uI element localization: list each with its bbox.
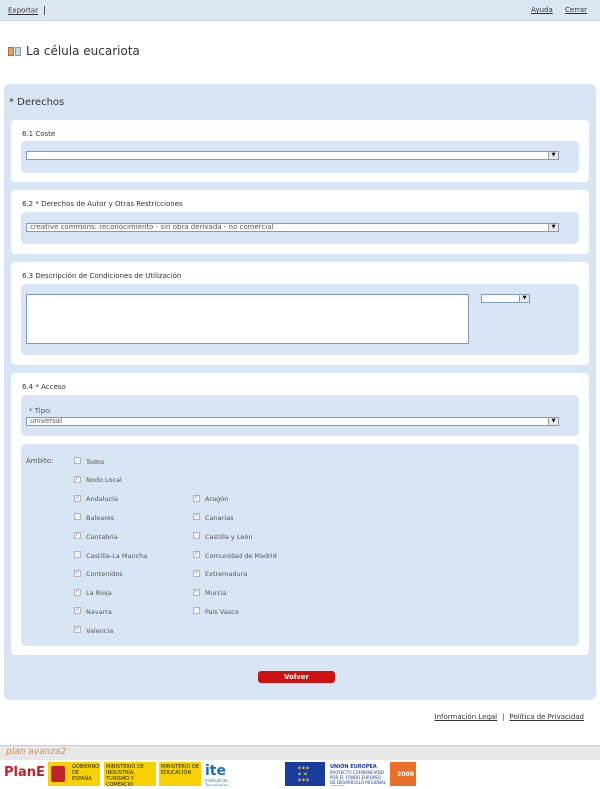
scope-checkbox[interactable] [74, 551, 81, 558]
scope-checkbox[interactable] [193, 549, 200, 558]
back-button[interactable]: Volver [258, 671, 335, 683]
scope-checkbox-label: Comunidad de Madrid [205, 551, 277, 560]
conditions-card: 6.3 Descripción de Condiciones de Utiliz… [11, 262, 589, 365]
rights-card: 6.2 * Derechos de Autor y Otras Restricc… [11, 190, 589, 254]
legal-links: Información Legal | Política de Privacidad [435, 713, 584, 721]
ite-subtext: Instituto de Tecnologías Educativas [205, 778, 229, 786]
section-title: * Derechos [9, 97, 65, 108]
chevron-down-icon: ▼ [548, 152, 558, 159]
industria-logo: MINISTERIO DE INDUSTRIA, TURISMO Y COMER… [104, 762, 156, 786]
rights-select-value: creative commons: reconocimiento - sin o… [30, 223, 274, 231]
rights-title: 6.2 * Derechos de Autor y Otras Restricc… [22, 200, 183, 208]
privacy-link[interactable]: Política de Privacidad [510, 713, 585, 721]
page-title: La célula eucariota [8, 44, 140, 58]
scope-checkbox-label: Aragón [205, 495, 229, 504]
plan-avanza-logo: plan avanza2 [6, 747, 67, 757]
access-card: 6.4 * Acceso * Tipo: universal ▼ Ámbito:… [11, 373, 589, 655]
scope-checkbox-label: Baleares [86, 513, 115, 522]
scope-checkbox[interactable] [193, 493, 200, 502]
coat-of-arms-icon [51, 766, 65, 782]
plan-avanza-bar: plan avanza2 [0, 745, 600, 760]
scope-checkbox[interactable] [193, 587, 200, 596]
scope-checkbox-label: Nodo Local [86, 476, 122, 485]
conditions-title: 6.3 Descripción de Condiciones de Utiliz… [22, 272, 182, 280]
type-select-value: universal [30, 417, 63, 425]
cost-panel: ▼ [21, 141, 579, 173]
scope-checkbox[interactable] [74, 568, 81, 577]
rights-section: * Derechos 6.1 Coste ▼ 6.2 * Derechos de… [4, 84, 596, 700]
scope-checkbox[interactable] [74, 474, 81, 483]
scope-checkbox[interactable] [193, 532, 200, 540]
scope-checkbox[interactable] [74, 457, 81, 464]
cost-select[interactable]: ▼ [26, 151, 559, 160]
close-link[interactable]: Cerrar [565, 6, 587, 14]
scope-checkbox[interactable] [193, 568, 200, 577]
scope-checkbox[interactable] [74, 624, 81, 634]
type-label: * Tipo: [29, 407, 52, 415]
scope-checkbox-label: Valencia [86, 626, 114, 635]
scope-checkbox-label: Castilla y León [205, 532, 253, 541]
scope-checkbox[interactable] [193, 511, 200, 521]
scope-checkbox-label: Canarias [205, 513, 234, 522]
ite-text: ite [205, 763, 226, 779]
scope-checkbox-label: Castilla-La Mancha [86, 551, 148, 560]
scope-checkbox[interactable] [74, 587, 81, 596]
access-type-panel: * Tipo: universal ▼ [21, 395, 579, 436]
gobierno-text: GOBIERNO DE ESPAÑA [72, 764, 100, 782]
chevron-down-icon: ▼ [519, 295, 529, 302]
scope-checkbox-label: La Rioja [86, 589, 112, 598]
top-toolbar: Exportar Ayuda Cerrar [0, 0, 600, 21]
page-title-text: La célula eucariota [26, 44, 140, 58]
feder-logo: UNIÓN EUROPEA PROYECTO COFINANCIADO POR … [328, 762, 388, 786]
gobierno-logo: GOBIERNO DE ESPAÑA [48, 762, 100, 786]
scope-checkbox[interactable] [193, 607, 200, 615]
cost-card: 6.1 Coste ▼ [11, 120, 589, 182]
cost-title: 6.1 Coste [22, 130, 56, 138]
scope-checkbox-label: Cantabria [86, 532, 118, 541]
export-link[interactable]: Exportar [8, 7, 38, 15]
scope-checkbox-label: País Vasco [205, 607, 239, 616]
plane-logo: PlanE [4, 765, 45, 780]
access-title: 6.4 * Acceso [22, 383, 66, 391]
ite-logo: ite Instituto de Tecnologías Educativas [203, 762, 251, 786]
link-separator: | [502, 713, 505, 721]
rights-panel: creative commons: reconocimiento - sin o… [21, 212, 579, 244]
chevron-down-icon: ▼ [548, 224, 558, 231]
scope-checkbox-label: Todos [86, 457, 105, 466]
book-icon [8, 47, 21, 56]
scope-checkbox[interactable] [74, 493, 81, 502]
scope-checkbox-label: Extremadura [205, 570, 248, 579]
sponsor-logos: PlanE GOBIERNO DE ESPAÑA MINISTERIO DE I… [0, 760, 600, 789]
scope-checkbox-label: Navarra [86, 607, 112, 616]
educacion-logo: MINISTERIO DE EDUCACIÓN [159, 762, 201, 786]
scope-panel: Ámbito: Todos Nodo Local Andalucía Aragón Ba… [21, 444, 579, 646]
help-link[interactable]: Ayuda [531, 6, 553, 14]
scope-label: Ámbito: [26, 457, 54, 465]
conditions-panel: ▼ [21, 284, 579, 355]
scope-checkbox[interactable] [74, 605, 81, 615]
scope-checkbox[interactable] [74, 513, 81, 521]
legal-info-link[interactable]: Información Legal [435, 713, 498, 721]
rights-select[interactable]: creative commons: reconocimiento - sin o… [26, 223, 559, 232]
toolbar-separator [44, 6, 46, 15]
year-logo: 2008 [390, 762, 416, 786]
type-select[interactable]: universal ▼ [26, 417, 559, 426]
chevron-down-icon: ▼ [548, 418, 558, 425]
eu-flag-icon: ✶✶✶ ✶ ✶ ✶✶✶ [285, 762, 325, 786]
feder-text: PROYECTO COFINANCIADO POR EL FONDO EUROP… [330, 770, 386, 786]
scope-checkbox-label: Andalucía [86, 495, 118, 504]
scope-checkbox-label: Contenidos [86, 570, 123, 579]
conditions-textarea[interactable] [26, 294, 469, 344]
language-select[interactable]: ▼ [481, 294, 530, 303]
scope-checkbox-label: Murcia [205, 589, 227, 598]
scope-checkbox[interactable] [74, 530, 81, 540]
